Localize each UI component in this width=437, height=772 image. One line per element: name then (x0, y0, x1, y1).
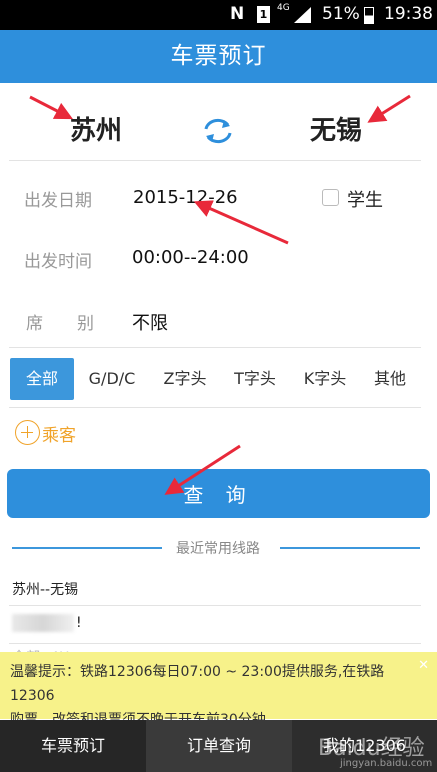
divider (9, 407, 421, 408)
blurred-route (12, 614, 74, 632)
departure-station[interactable]: 苏州 (70, 110, 122, 147)
arrow-from-station (29, 95, 74, 120)
arrival-station[interactable]: 无锡 (310, 110, 362, 147)
tab-other[interactable]: 其他 (361, 358, 419, 400)
notice-banner: 温馨提示：铁路12306每日07:00 ~ 23:00提供服务,在铁路12306… (0, 652, 437, 728)
recent-route-item[interactable]: 苏州--无锡 (12, 579, 78, 599)
student-label: 学生 (347, 190, 383, 211)
network-type: 4G (277, 3, 290, 13)
swap-arrows-icon[interactable] (200, 115, 236, 147)
recent-divider-right (280, 547, 420, 549)
close-icon[interactable]: ✕ (418, 654, 429, 678)
recent-divider-left (12, 547, 162, 549)
tab-gdc[interactable]: G/D/C (80, 358, 144, 400)
nav-ticket-booking[interactable]: 车票预订 (0, 720, 146, 772)
divider (9, 605, 421, 606)
train-type-tabs: 全部 G/D/C Z字头 T字头 K字头 其他 (10, 358, 420, 400)
tab-z[interactable]: Z字头 (153, 358, 217, 400)
arrow-date (193, 200, 289, 245)
page-title: 车票预订 (0, 30, 437, 83)
recent-routes-title: 最近常用线路 (176, 541, 260, 557)
query-button[interactable]: 查 询 (7, 469, 430, 518)
recent-route-item[interactable]: ! (76, 615, 82, 631)
add-passenger-label: 乘客 (42, 426, 76, 446)
clock: 19:38 (384, 4, 433, 24)
nav-order-query[interactable]: 订单查询 (146, 720, 292, 772)
time-value[interactable]: 00:00--24:00 (132, 247, 249, 268)
watermark-url: jingyan.baidu.com (340, 758, 433, 769)
arrow-to-station (367, 94, 411, 123)
student-checkbox[interactable] (322, 189, 339, 206)
tab-t[interactable]: T字头 (223, 358, 287, 400)
notice-line-1: 温馨提示：铁路12306每日07:00 ~ 23:00提供服务,在铁路12306 (10, 664, 385, 704)
date-label: 出发日期 (24, 191, 92, 211)
plus-circle-icon (15, 420, 40, 445)
carrier-n-icon: N (230, 4, 245, 24)
seat-label-1: 席 (26, 314, 43, 334)
seat-value[interactable]: 不限 (132, 309, 168, 335)
divider (9, 643, 421, 644)
signal-icon (294, 7, 311, 23)
divider (9, 347, 421, 348)
divider (9, 160, 421, 161)
status-bar: N 1 4G 51% 19:38 (0, 0, 437, 30)
date-value[interactable]: 2015-12-26 (133, 187, 238, 208)
seat-label-2: 别 (77, 314, 94, 334)
tab-k[interactable]: K字头 (293, 358, 357, 400)
battery-icon (364, 7, 374, 24)
sim-icon: 1 (257, 6, 270, 23)
battery-percent: 51% (322, 4, 360, 24)
time-label: 出发时间 (24, 252, 92, 272)
tab-all[interactable]: 全部 (10, 358, 74, 400)
